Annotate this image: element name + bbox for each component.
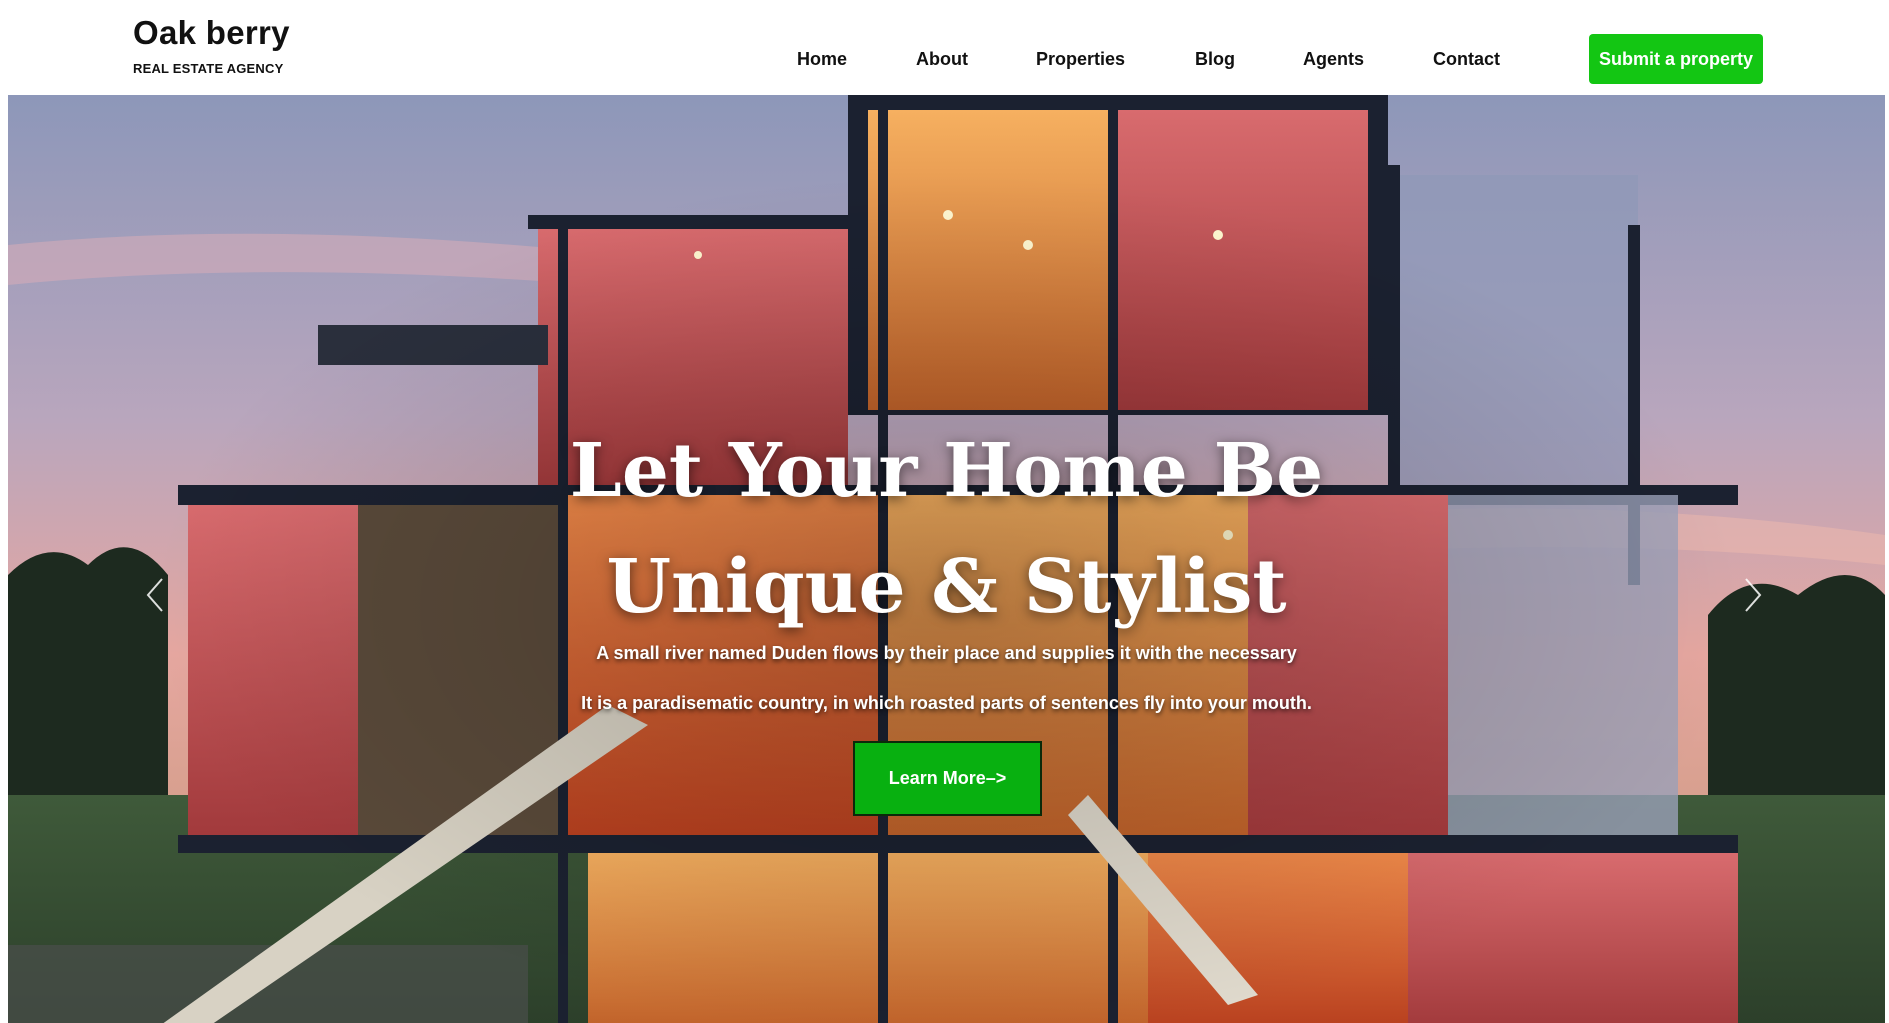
nav-blog[interactable]: Blog bbox=[1195, 44, 1235, 74]
chevron-left-icon bbox=[146, 578, 163, 612]
submit-property-button[interactable]: Submit a property bbox=[1589, 34, 1763, 84]
nav-contact[interactable]: Contact bbox=[1433, 44, 1500, 74]
nav-home[interactable]: Home bbox=[797, 44, 847, 74]
carousel-next-button[interactable] bbox=[1738, 575, 1768, 615]
hero-section: Let Your Home Be Unique & Stylist A smal… bbox=[8, 95, 1885, 1023]
chevron-right-icon bbox=[1745, 578, 1762, 612]
carousel-prev-button[interactable] bbox=[140, 575, 170, 615]
nav-about[interactable]: About bbox=[916, 44, 968, 74]
hero-title: Let Your Home Be Unique & Stylist bbox=[8, 413, 1885, 645]
hero-title-line-2: Unique & Stylist bbox=[606, 544, 1287, 630]
hero-title-line-1: Let Your Home Be bbox=[569, 428, 1324, 514]
nav-properties[interactable]: Properties bbox=[1036, 44, 1125, 74]
hero-subtitle-line-2: It is a paradisematic country, in which … bbox=[581, 693, 1312, 713]
site-header: Oak berry REAL ESTATE AGENCY Home About … bbox=[0, 0, 1889, 95]
hero-subtitle-line-1: A small river named Duden flows by their… bbox=[596, 643, 1297, 663]
nav-agents[interactable]: Agents bbox=[1303, 44, 1364, 74]
learn-more-button[interactable]: Learn More–> bbox=[853, 741, 1042, 816]
